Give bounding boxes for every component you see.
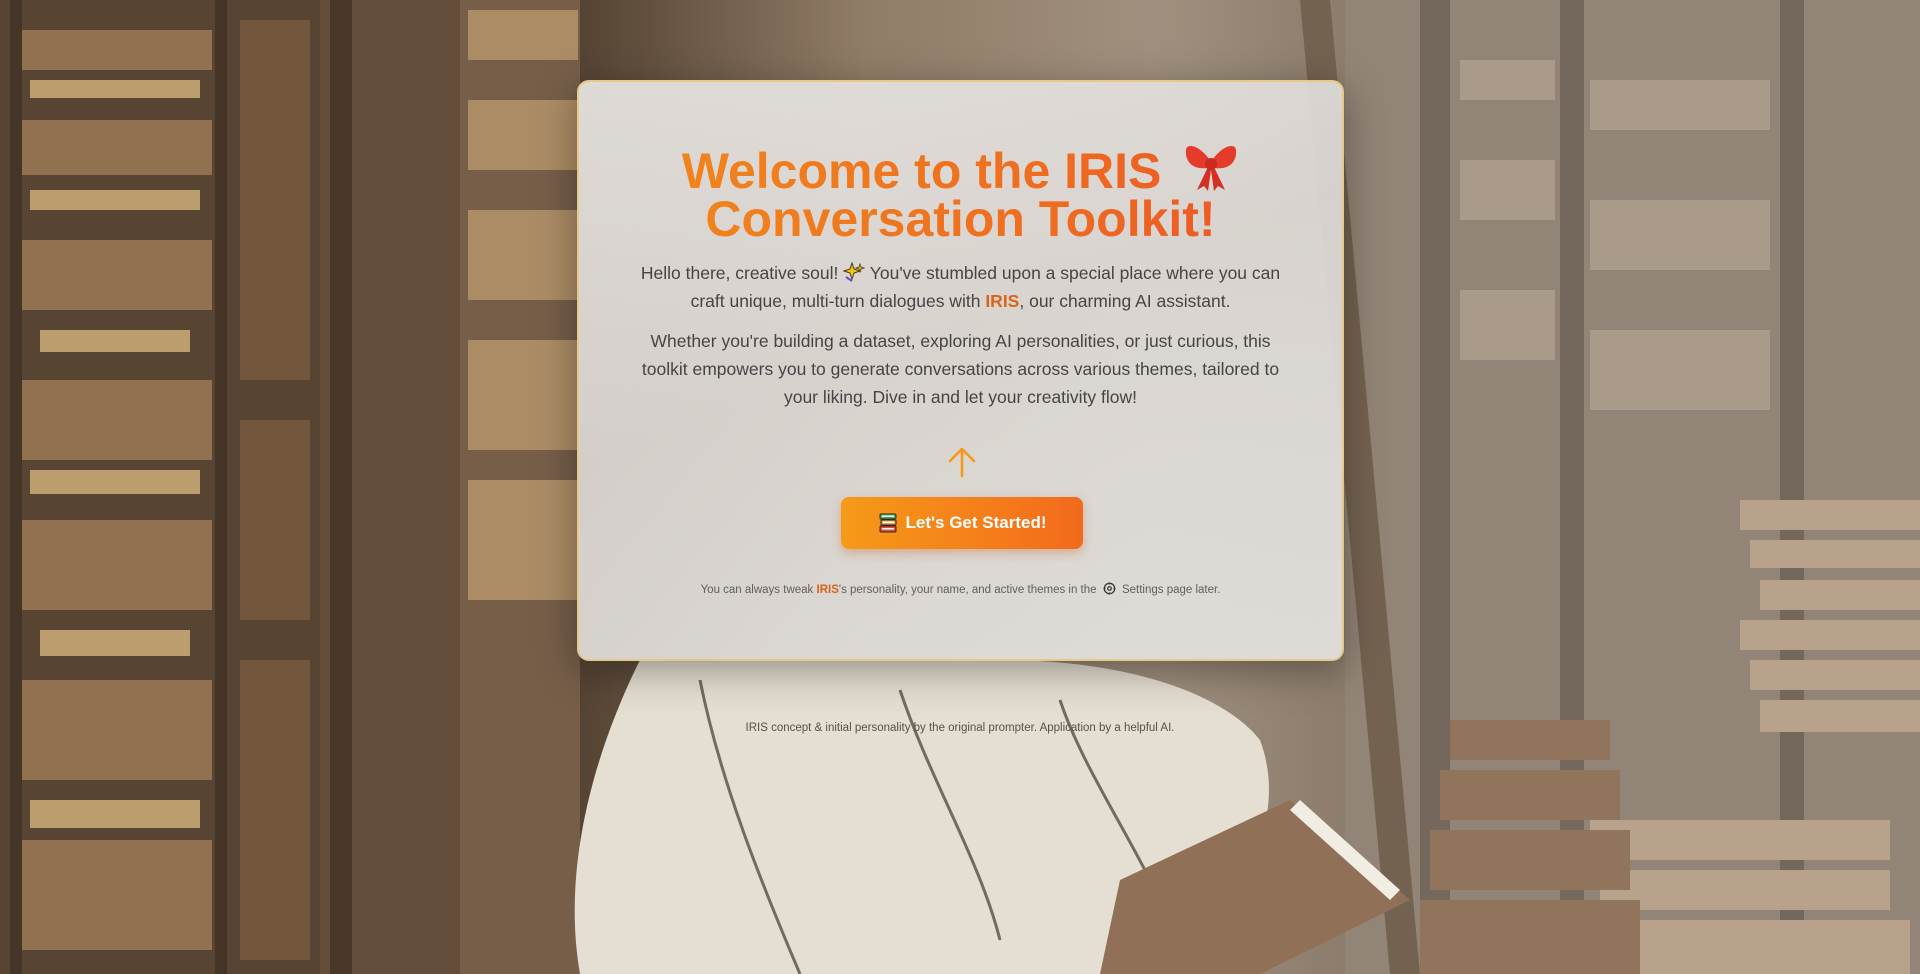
footer-credit: IRIS concept & initial personality by th… (745, 722, 1175, 734)
intro-end: , our charming AI assistant. (1019, 291, 1231, 311)
note-start: You can always tweak (700, 584, 814, 596)
sparkle-icon (843, 262, 866, 282)
welcome-title: Welcome to the IRIS Conversation Toolkit… (579, 140, 1342, 243)
intro-paragraph: Hello there, creative soul! You've stumb… (639, 259, 1282, 315)
intro-start: Hello there, creative soul! (640, 263, 839, 283)
welcome-card: Welcome to the IRIS Conversation Toolkit… (577, 80, 1344, 661)
bow-icon (1186, 146, 1237, 191)
settings-note: You can always tweak IRIS's personality,… (579, 582, 1342, 596)
note-middle: 's personality, your name, and active th… (838, 584, 1097, 596)
description-paragraph: Whether you're building a dataset, explo… (641, 331, 1280, 407)
title-line-2: Conversation Toolkit! (705, 191, 1216, 247)
note-end: Settings page later. (1121, 584, 1221, 596)
up-arrow-icon (948, 447, 976, 478)
get-started-button[interactable]: Let's Get Started! (841, 497, 1083, 549)
note-iris-name: IRIS (816, 584, 839, 596)
books-icon (879, 513, 897, 533)
get-started-label: Let's Get Started! (905, 513, 1047, 532)
intro-iris-name: IRIS (985, 291, 1020, 311)
gear-icon (1103, 582, 1116, 595)
